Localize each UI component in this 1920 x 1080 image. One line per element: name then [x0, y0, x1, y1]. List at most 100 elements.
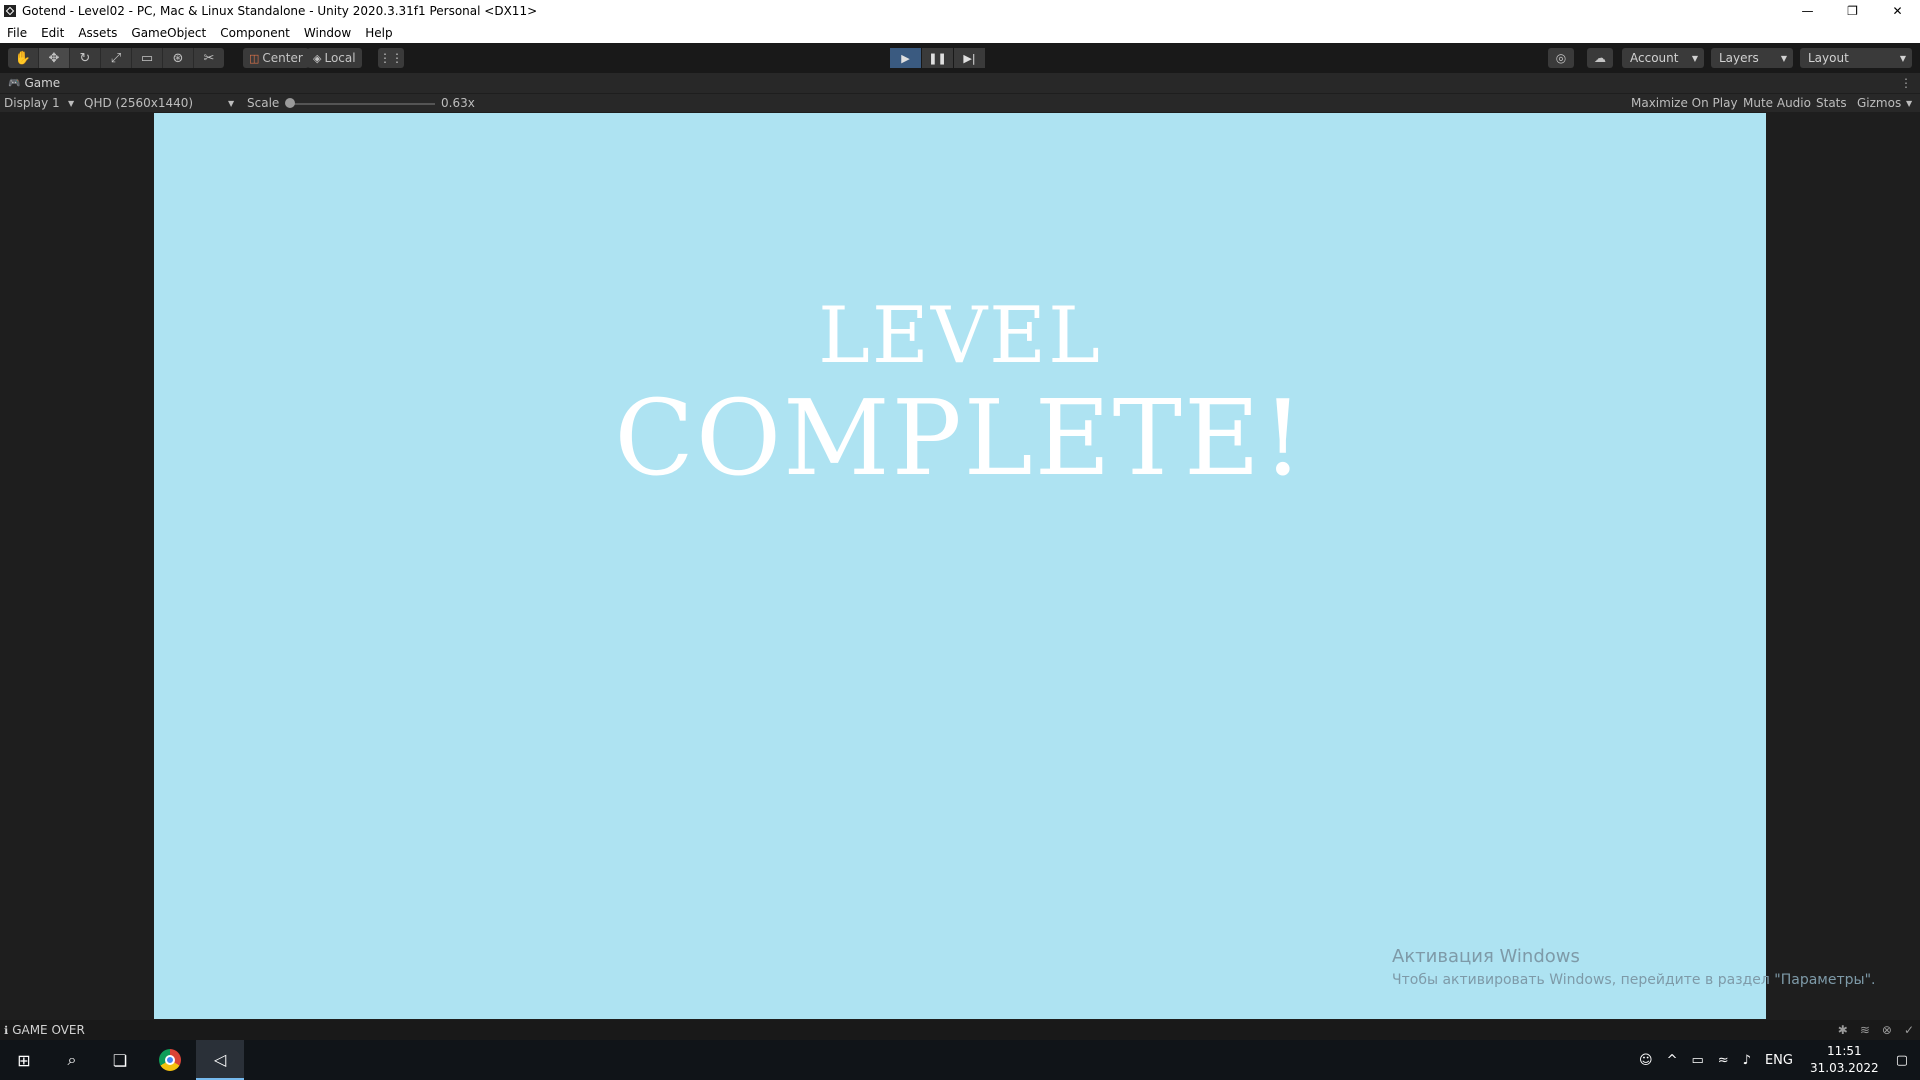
- grid-snap-button[interactable]: ⋮⋮: [378, 48, 404, 68]
- pause-button[interactable]: ❚❚: [922, 48, 953, 68]
- transform-tool-button[interactable]: ⊛: [163, 48, 194, 68]
- custom-tool-button[interactable]: ✂: [194, 48, 224, 68]
- windows-taskbar: ⊞ ⌕ ❏ ◁ ☺ ^ ▭ ≈ ♪ ENG 11:51 31.03.2022 ▢: [0, 1040, 1920, 1080]
- chevron-down-icon: ▼: [1780, 53, 1787, 63]
- cloud-button[interactable]: ☁: [1587, 48, 1613, 68]
- status-bar: ℹ GAME OVER ✱ ≋ ⊗ ✓: [0, 1020, 1920, 1040]
- menu-window[interactable]: Window: [297, 26, 358, 40]
- chevron-down-icon: ▼: [1899, 53, 1906, 63]
- pivot-mode-label: Center: [262, 51, 303, 65]
- game-tab-bar: 🎮 Game ⋮: [0, 73, 1920, 93]
- volume-icon[interactable]: ♪: [1743, 1053, 1751, 1068]
- people-icon[interactable]: ☺: [1639, 1053, 1653, 1068]
- pivot-rotation-button[interactable]: ◈ Local: [307, 48, 362, 68]
- move-tool-button[interactable]: ✥: [39, 48, 70, 68]
- layers-dropdown[interactable]: Layers ▼: [1711, 48, 1793, 68]
- menu-gameobject[interactable]: GameObject: [124, 26, 213, 40]
- scale-slider-handle[interactable]: [285, 98, 295, 108]
- level-complete-line2: COMPLETE!: [614, 377, 1306, 499]
- windows-activation-subtitle: Чтобы активировать Windows, перейдите в …: [1392, 972, 1876, 988]
- resolution-dropdown[interactable]: QHD (2560x1440): [84, 96, 193, 110]
- console-last-message[interactable]: GAME OVER: [12, 1023, 85, 1037]
- menu-component[interactable]: Component: [213, 26, 297, 40]
- start-button[interactable]: ⊞: [0, 1040, 48, 1080]
- clock[interactable]: 11:51 31.03.2022: [1810, 1043, 1879, 1077]
- local-cube-icon: ◈: [313, 51, 322, 65]
- gamepad-icon: 🎮: [8, 77, 21, 89]
- chevron-down-icon: ▼: [1691, 53, 1698, 63]
- menu-bar: File Edit Assets GameObject Component Wi…: [0, 22, 1920, 43]
- clock-time: 11:51: [1827, 1044, 1862, 1058]
- scale-icon: ⤢: [110, 50, 122, 66]
- task-view-button[interactable]: ❏: [96, 1040, 144, 1080]
- hand-icon: ✋: [14, 50, 32, 66]
- menu-help[interactable]: Help: [358, 26, 399, 40]
- account-dropdown[interactable]: Account ▼: [1622, 48, 1704, 68]
- level-complete-line1: LEVEL: [818, 291, 1102, 381]
- layout-label: Layout: [1808, 51, 1849, 65]
- rect-icon: ▭: [140, 50, 154, 66]
- menu-assets[interactable]: Assets: [71, 26, 124, 40]
- rect-tool-button[interactable]: ▭: [132, 48, 163, 68]
- close-button[interactable]: ✕: [1875, 0, 1920, 22]
- pivot-mode-button[interactable]: ◫ Center: [243, 48, 309, 68]
- transform-icon: ⊛: [172, 50, 184, 66]
- custom-tool-icon: ✂: [203, 50, 215, 66]
- task-view-icon: ❏: [112, 1050, 128, 1070]
- pause-icon: ❚❚: [928, 51, 947, 65]
- rotate-tool-button[interactable]: ↻: [70, 48, 101, 68]
- battery-icon[interactable]: ▭: [1691, 1053, 1703, 1068]
- stats-toggle[interactable]: Stats: [1816, 96, 1847, 110]
- collab-button[interactable]: ◎: [1548, 48, 1574, 68]
- minimize-button[interactable]: —: [1785, 0, 1830, 22]
- system-tray: ☺ ^ ▭ ≈ ♪ ENG 11:51 31.03.2022 ▢: [1632, 1040, 1920, 1080]
- window-title: Gotend - Level02 - PC, Mac & Linux Stand…: [22, 4, 538, 18]
- layout-dropdown[interactable]: Layout ▼: [1800, 48, 1912, 68]
- more-options-icon[interactable]: ⋮: [1900, 76, 1912, 90]
- play-button[interactable]: ▶: [890, 48, 921, 68]
- check-icon[interactable]: ✓: [1904, 1023, 1914, 1037]
- hand-tool-button[interactable]: ✋: [8, 48, 39, 68]
- chevron-down-icon: ▼: [228, 99, 235, 108]
- network-off-icon[interactable]: ⊗: [1882, 1023, 1892, 1037]
- restore-button[interactable]: ❐: [1830, 0, 1875, 22]
- layers-label: Layers: [1719, 51, 1759, 65]
- search-button[interactable]: ⌕: [48, 1040, 96, 1080]
- scale-slider-track[interactable]: [290, 103, 435, 105]
- scale-tool-button[interactable]: ⤢: [101, 48, 132, 68]
- chevron-down-icon[interactable]: ▼: [1906, 99, 1912, 108]
- bug-icon[interactable]: ✱: [1838, 1023, 1848, 1037]
- mute-audio-toggle[interactable]: Mute Audio: [1743, 96, 1811, 110]
- rotate-icon: ↻: [79, 50, 91, 66]
- info-icon: ℹ: [4, 1023, 9, 1037]
- menu-edit[interactable]: Edit: [34, 26, 71, 40]
- grid-snap-icon: ⋮⋮: [379, 51, 403, 65]
- unity-taskbar-button[interactable]: ◁: [196, 1040, 244, 1080]
- step-button[interactable]: ▶|: [954, 48, 985, 68]
- gizmos-toggle[interactable]: Gizmos: [1857, 96, 1901, 110]
- wifi-icon[interactable]: ≈: [1718, 1053, 1729, 1068]
- chrome-taskbar-button[interactable]: [146, 1040, 194, 1080]
- notifications-icon[interactable]: ▢: [1896, 1053, 1908, 1068]
- status-icons: ✱ ≋ ⊗ ✓: [1826, 1023, 1914, 1037]
- game-viewport[interactable]: LEVEL COMPLETE!: [154, 113, 1766, 1019]
- language-indicator[interactable]: ENG: [1765, 1053, 1793, 1068]
- chrome-icon: [159, 1049, 181, 1071]
- scale-value: 0.63x: [441, 96, 475, 110]
- playmode-controls: ▶ ❚❚ ▶|: [890, 48, 986, 68]
- layers-icon[interactable]: ≋: [1860, 1023, 1870, 1037]
- tab-game[interactable]: 🎮 Game: [0, 76, 60, 90]
- chevron-up-icon[interactable]: ^: [1667, 1053, 1678, 1068]
- menu-file[interactable]: File: [0, 26, 34, 40]
- display-dropdown[interactable]: Display 1: [4, 96, 60, 110]
- move-icon: ✥: [48, 50, 60, 66]
- account-label: Account: [1630, 51, 1679, 65]
- scale-label: Scale: [247, 96, 280, 110]
- search-icon: ⌕: [67, 1050, 77, 1069]
- unity-icon: ◁: [213, 1049, 227, 1069]
- cloud-icon: ☁: [1594, 51, 1606, 65]
- windows-logo-icon: ⊞: [17, 1050, 31, 1070]
- pivot-center-icon: ◫: [249, 51, 260, 65]
- windows-activation-title: Активация Windows: [1392, 946, 1580, 967]
- maximize-on-play-toggle[interactable]: Maximize On Play: [1631, 96, 1738, 110]
